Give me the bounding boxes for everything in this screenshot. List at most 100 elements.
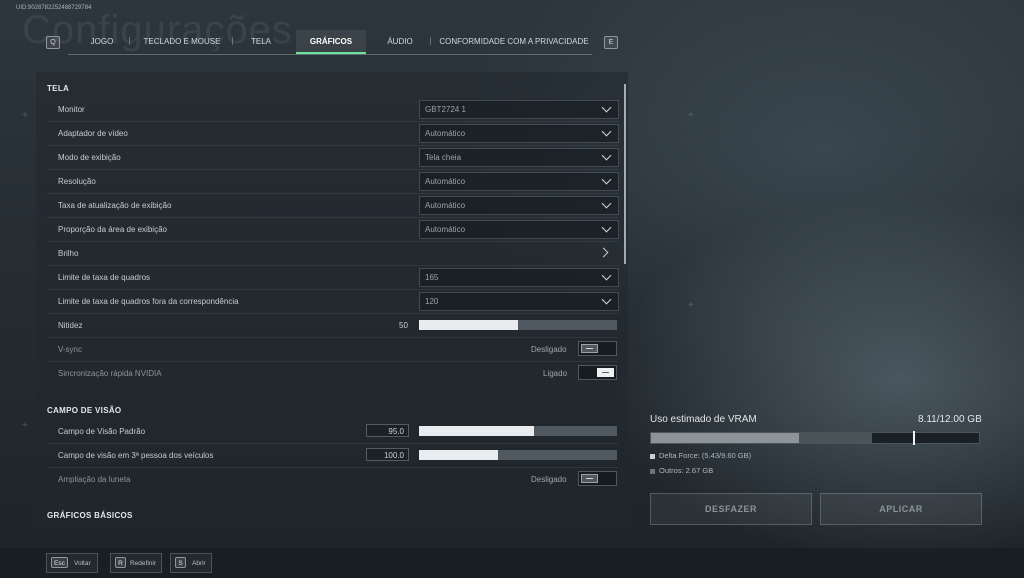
default-fov-slider[interactable]	[419, 426, 617, 436]
toggle-knob	[581, 344, 598, 353]
setting-label: Ampliação da luneta	[58, 475, 131, 484]
setting-label: Monitor	[58, 105, 85, 114]
vram-legend-delta-force: Delta Force: (5.43/9.60 GB)	[650, 451, 751, 460]
legend-swatch	[650, 468, 655, 474]
back-button[interactable]: Esc Voltar	[46, 553, 98, 573]
nvidia-fast-sync-toggle[interactable]	[578, 365, 617, 380]
setting-row-nvidia-fast-sync: Sincronização rápida NVIDIA Ligado	[47, 361, 618, 385]
toggle-knob	[597, 368, 614, 377]
tab-tela[interactable]: TELA	[240, 30, 282, 54]
undo-button[interactable]: DESFAZER	[650, 493, 812, 525]
dropdown-value: 165	[425, 273, 439, 282]
resolution-dropdown[interactable]: Automático	[419, 172, 619, 191]
decor-plus: +	[22, 110, 28, 121]
vram-usage-bar	[650, 431, 980, 445]
setting-label: Campo de Visão Padrão	[58, 427, 146, 436]
section-title-graficos-basicos: GRÁFICOS BÁSICOS	[47, 511, 133, 520]
default-fov-input[interactable]: 95.0	[366, 424, 409, 437]
setting-label: Brilho	[58, 249, 79, 258]
setting-row-fps-limit: Limite de taxa de quadros 165	[47, 265, 619, 290]
dropdown-value: GBT2724 1	[425, 105, 466, 114]
setting-row-video-adapter: Adaptador de vídeo Automático	[47, 121, 619, 146]
sharpness-value: 50	[399, 321, 408, 330]
setting-row-aspect-ratio: Proporção da área de exibição Automático	[47, 217, 619, 242]
toggle-state-text: Ligado	[543, 369, 568, 378]
r-key-icon: R	[115, 557, 126, 568]
reset-button[interactable]: R Redefinir	[110, 553, 162, 573]
setting-row-refresh-rate: Taxa de atualização de exibição Automáti…	[47, 193, 619, 218]
display-mode-dropdown[interactable]: Tela cheia	[419, 148, 619, 167]
tab-separator	[129, 37, 130, 45]
setting-label: Taxa de atualização de exibição	[58, 201, 172, 210]
fps-limit-unfocused-dropdown[interactable]: 120	[419, 292, 619, 311]
tab-privacidade[interactable]: CONFORMIDADE COM A PRIVACIDADE	[438, 30, 590, 54]
chevron-right-icon[interactable]	[598, 247, 609, 258]
setting-label: Nitidez	[58, 321, 83, 330]
slider-fill	[419, 320, 518, 330]
tab-teclado-mouse[interactable]: TECLADO E MOUSE	[136, 30, 228, 54]
chevron-down-icon	[601, 294, 612, 305]
setting-row-resolution: Resolução Automático	[47, 169, 619, 194]
chevron-down-icon	[601, 102, 612, 113]
chevron-down-icon	[601, 126, 612, 137]
monitor-dropdown[interactable]: GBT2724 1	[419, 100, 619, 119]
chevron-down-icon	[601, 174, 612, 185]
tab-audio[interactable]: ÁUDIO	[380, 30, 420, 54]
dropdown-value: Tela cheia	[425, 153, 462, 162]
chevron-down-icon	[601, 198, 612, 209]
tab-graficos[interactable]: GRÁFICOS	[296, 30, 366, 54]
setting-row-brightness[interactable]: Brilho	[47, 241, 618, 266]
setting-label: Modo de exibição	[58, 153, 121, 162]
vram-title: Uso estimado de VRAM	[650, 414, 757, 425]
tab-separator	[232, 37, 233, 45]
chevron-down-icon	[601, 222, 612, 233]
toggle-state-text: Desligado	[531, 345, 567, 354]
decor-plus: +	[688, 300, 694, 311]
setting-row-monitor: Monitor GBT2724 1	[47, 97, 619, 122]
vram-delta-force-segment	[651, 433, 800, 443]
decor-plus: +	[688, 110, 694, 121]
open-button[interactable]: S Abrir	[170, 553, 212, 573]
setting-label: Limite de taxa de quadros	[58, 273, 151, 282]
vehicle-fov-slider[interactable]	[419, 450, 617, 460]
dropdown-value: Automático	[425, 129, 466, 138]
setting-label: Proporção da área de exibição	[58, 225, 167, 234]
tab-prev-key[interactable]: Q	[46, 36, 60, 49]
dropdown-value: Automático	[425, 201, 466, 210]
setting-row-default-fov: Campo de Visão Padrão 95.0	[47, 419, 618, 444]
back-label: Voltar	[74, 560, 91, 567]
s-key-icon: S	[175, 557, 186, 568]
section-title-tela: TELA	[47, 84, 70, 93]
setting-label: Sincronização rápida NVIDIA	[58, 369, 162, 378]
decor-plus: +	[22, 420, 28, 431]
setting-label: V-sync	[58, 345, 83, 354]
setting-row-display-mode: Modo de exibição Tela cheia	[47, 145, 619, 170]
open-label: Abrir	[192, 560, 206, 567]
chevron-down-icon	[601, 270, 612, 281]
vram-value: 8.11/12.00 GB	[918, 414, 982, 425]
vehicle-fov-input[interactable]: 100.0	[366, 448, 409, 461]
setting-row-sharpness: Nitidez 50	[47, 313, 618, 338]
fps-limit-dropdown[interactable]: 165	[419, 268, 619, 287]
scope-zoom-toggle[interactable]	[578, 471, 617, 486]
setting-label: Limite de taxa de quadros fora da corres…	[58, 297, 239, 306]
legend-label: Outros: 2.67 GB	[659, 466, 714, 475]
tab-jogo[interactable]: JOGO	[80, 30, 124, 54]
setting-row-scope-zoom: Ampliação da luneta Desligado	[47, 467, 618, 491]
tab-separator	[430, 37, 431, 45]
vsync-toggle[interactable]	[578, 341, 617, 356]
setting-label: Resolução	[58, 177, 96, 186]
video-adapter-dropdown[interactable]: Automático	[419, 124, 619, 143]
apply-button[interactable]: APLICAR	[820, 493, 982, 525]
slider-fill	[419, 450, 499, 460]
section-title-campo-de-visao: CAMPO DE VISÃO	[47, 406, 122, 415]
sharpness-slider[interactable]	[419, 320, 617, 330]
setting-label: Adaptador de vídeo	[58, 129, 128, 138]
refresh-rate-dropdown[interactable]: Automático	[419, 196, 619, 215]
dropdown-value: Automático	[425, 177, 466, 186]
settings-scrollbar[interactable]	[624, 84, 626, 264]
legend-swatch	[650, 453, 655, 459]
esc-key-icon: Esc	[51, 557, 68, 568]
tab-next-key[interactable]: E	[604, 36, 618, 49]
aspect-ratio-dropdown[interactable]: Automático	[419, 220, 619, 239]
